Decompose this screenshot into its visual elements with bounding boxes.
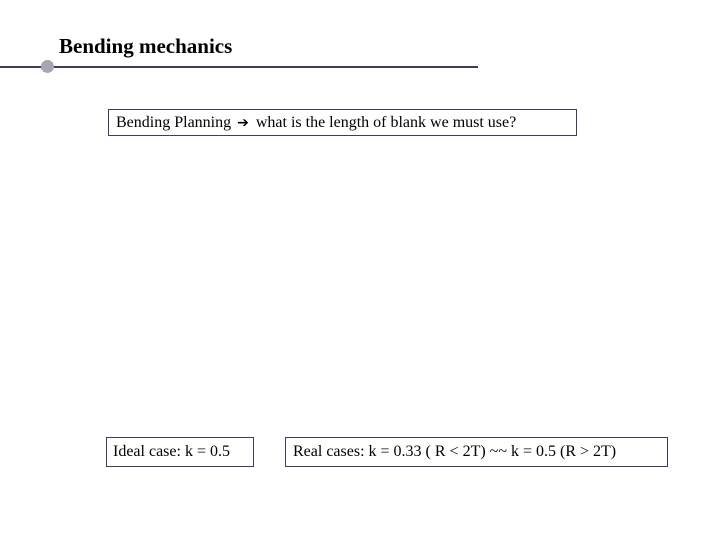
title-divider	[0, 66, 478, 68]
real-cases-box: Real cases: k = 0.33 ( R < 2T) ~~ k = 0.…	[285, 437, 668, 467]
planning-label: Bending Planning	[116, 114, 232, 131]
arrow-right-icon: ➔	[237, 115, 249, 131]
real-cases-text: Real cases: k = 0.33 ( R < 2T) ~~ k = 0.…	[293, 443, 617, 460]
bullet-dot-icon	[41, 60, 54, 73]
planning-question-box: Bending Planning ➔ what is the length of…	[108, 109, 577, 136]
planning-question: what is the length of blank we must use?	[255, 114, 517, 131]
slide-title: Bending mechanics	[59, 34, 233, 58]
ideal-case-text: Ideal case: k = 0.5	[113, 443, 230, 460]
ideal-case-box: Ideal case: k = 0.5	[106, 437, 254, 467]
